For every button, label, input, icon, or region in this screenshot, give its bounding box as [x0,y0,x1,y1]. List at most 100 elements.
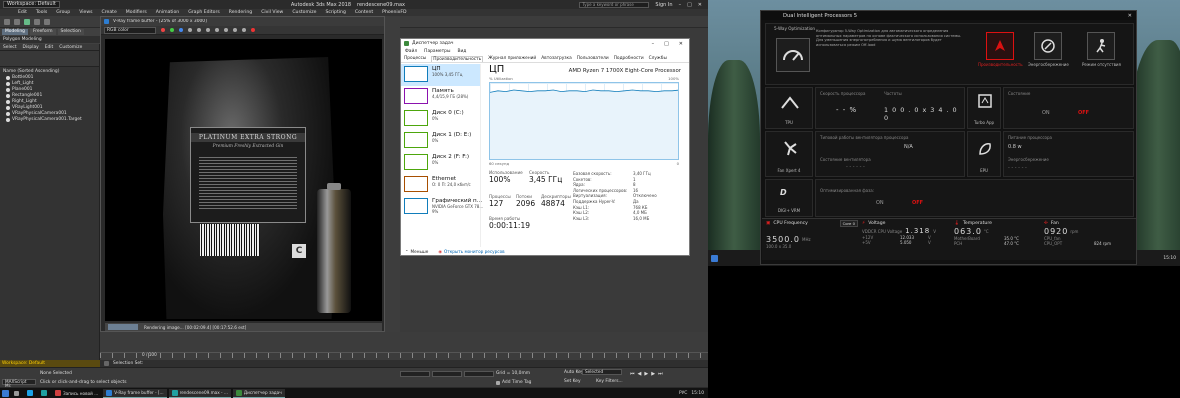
x-coordinate-field[interactable] [400,371,430,377]
menu-view[interactable]: Вид [457,49,466,54]
menu-group[interactable]: Group [56,10,70,15]
menu-edit[interactable]: Edit [18,10,27,15]
go-end-icon[interactable]: ⏭ [658,371,663,377]
auto-key-button[interactable]: Auto Key [564,370,584,375]
taskbar-item-task-manager[interactable]: Диспетчер задач [232,388,285,398]
stop-render-icon[interactable] [251,28,255,32]
maximize-icon[interactable]: □ [664,41,669,47]
tab-startup[interactable]: Автозагрузка [541,56,572,61]
taskbar-item-3dsmax[interactable] [38,389,50,398]
tab-modeling[interactable]: Modeling [2,29,28,35]
taskbar-item-recording[interactable]: Запись новой ... [52,389,101,398]
resource-item-disk1[interactable]: Диск 1 (D: E:) 0% [401,130,480,152]
menu-file[interactable]: Файл [405,49,417,54]
minimize-icon[interactable]: – [652,41,655,47]
taskbar-item-scene[interactable]: rendescene09.max - ... [168,388,231,398]
go-start-icon[interactable]: ⏮ [630,371,635,377]
render-icon[interactable] [242,28,246,32]
epu-button[interactable]: EPU [967,131,1001,177]
core-select[interactable]: Core 0 [839,219,858,227]
energy-saving-mode-button[interactable] [1034,32,1063,60]
menu-modifiers[interactable]: Modifiers [126,10,147,15]
tab-users[interactable]: Пользователи [577,56,609,61]
tab-details[interactable]: Подробности [614,56,644,61]
copy-icon[interactable] [233,28,237,32]
resource-item-disk0[interactable]: Диск 0 (C:) 0% [401,108,480,130]
menu-views[interactable]: Views [79,10,92,15]
scene-tab-select[interactable]: Select [3,44,17,51]
resource-item-gpu[interactable]: Графический про... NVIDIA GeForce GTX 78.… [401,196,484,218]
close-icon[interactable]: ✕ [698,2,702,8]
workspace-bottom-label[interactable]: Workspace: Default [0,360,100,367]
render-canvas[interactable]: PLATINUM EXTRA STRONG Premium Freshly Ex… [105,39,382,321]
mode-energy-saving[interactable]: Энергосбережение [1028,32,1069,67]
z-coordinate-field[interactable] [464,371,494,377]
mode-away[interactable]: Режим отсутствия [1082,32,1121,67]
taskbar-item-skype[interactable] [24,389,36,398]
green-channel-icon[interactable] [170,28,174,32]
red-channel-icon[interactable] [161,28,165,32]
workspace-dropdown[interactable]: Workspace: Default [3,1,60,8]
menu-options[interactable]: Параметры [424,49,450,54]
close-icon[interactable]: ✕ [679,41,683,47]
clear-icon[interactable] [224,28,228,32]
tpu-button[interactable]: TPU [765,87,813,129]
scene-tab-edit[interactable]: Edit [45,44,54,51]
turbo-on-toggle[interactable]: ON [1042,110,1050,116]
fewer-details-button[interactable]: ⌃ Меньше [405,249,428,254]
resource-item-ethernet[interactable]: Ethernet О: 0 П: 24,0 кбит/с [401,174,480,196]
turbo-app-button[interactable]: Turbo App [967,87,1001,129]
menu-rendering[interactable]: Rendering [229,10,252,15]
alpha-channel-icon[interactable] [188,28,192,32]
blue-channel-icon[interactable] [179,28,183,32]
taskbar-clock[interactable]: 15:10 [691,391,704,396]
redo-icon[interactable] [14,18,20,25]
tab-processes[interactable]: Процессы [404,56,426,61]
sign-in-link[interactable]: Sign In [655,2,672,8]
tab-selection[interactable]: Selection [57,29,84,35]
maximize-icon[interactable]: □ [687,2,692,8]
digi-on-toggle[interactable]: ON [876,200,884,206]
play-icon[interactable]: ▶ [644,371,648,377]
taskbar-clock[interactable]: 15:10 [1163,256,1180,261]
five-way-optimization-button[interactable] [776,38,810,72]
resource-item-memory[interactable]: Память 4,4/15,9 ГБ (28%) [401,86,480,108]
y-coordinate-field[interactable] [432,371,462,377]
away-mode-button[interactable] [1087,32,1116,60]
taskbar-item-vfb[interactable]: V-Ray frame buffer - [... [103,388,167,398]
tab-app-history[interactable]: Журнал приложений [488,56,536,61]
key-mode-select[interactable]: Selected [582,369,622,375]
windows-start-icon[interactable] [2,389,9,397]
menu-scripting[interactable]: Scripting [325,10,345,15]
next-frame-icon[interactable]: ▶ [651,371,655,377]
menu-create[interactable]: Create [102,10,117,15]
tab-performance[interactable]: Производительность [431,55,484,62]
windows-start-icon[interactable] [711,254,718,262]
key-filters-button[interactable]: Key Filters... [596,379,623,384]
save-icon[interactable] [206,28,210,32]
menu-customize[interactable]: Customize [292,10,316,15]
channel-select[interactable]: RGB color [104,26,156,34]
close-icon[interactable]: ✕ [1128,13,1136,19]
scene-tab-customize[interactable]: Customize [59,44,82,51]
max-search-input[interactable]: Type a keyword or phrase [579,1,650,8]
menu-tools[interactable]: Tools [36,10,47,15]
mode-performance[interactable]: Производительность [978,32,1023,67]
menu-content[interactable]: Content [355,10,373,15]
set-key-button[interactable]: Set Key [564,379,581,384]
tab-services[interactable]: Службы [649,56,667,61]
menu-civil-view[interactable]: Civil View [261,10,283,15]
select-icon[interactable] [34,18,40,25]
resource-item-cpu[interactable]: ЦП 100% 3,45 ГГц [401,64,480,86]
open-resource-monitor-link[interactable]: ◉ Открыть монитор ресурсов [438,249,504,254]
menu-graph-editors[interactable]: Graph Editors [188,10,220,15]
tab-freeform[interactable]: Freeform [29,29,56,35]
turbo-off-toggle[interactable]: OFF [1078,110,1089,116]
minimize-icon[interactable]: – [679,2,682,8]
link-icon[interactable] [24,18,30,25]
mono-icon[interactable] [197,28,201,32]
frame-counter[interactable]: 0 / 100 [142,352,157,357]
add-time-tag[interactable]: Add Time Tag [496,380,531,385]
move-icon[interactable] [44,18,50,25]
menu-animation[interactable]: Animation [156,10,179,15]
